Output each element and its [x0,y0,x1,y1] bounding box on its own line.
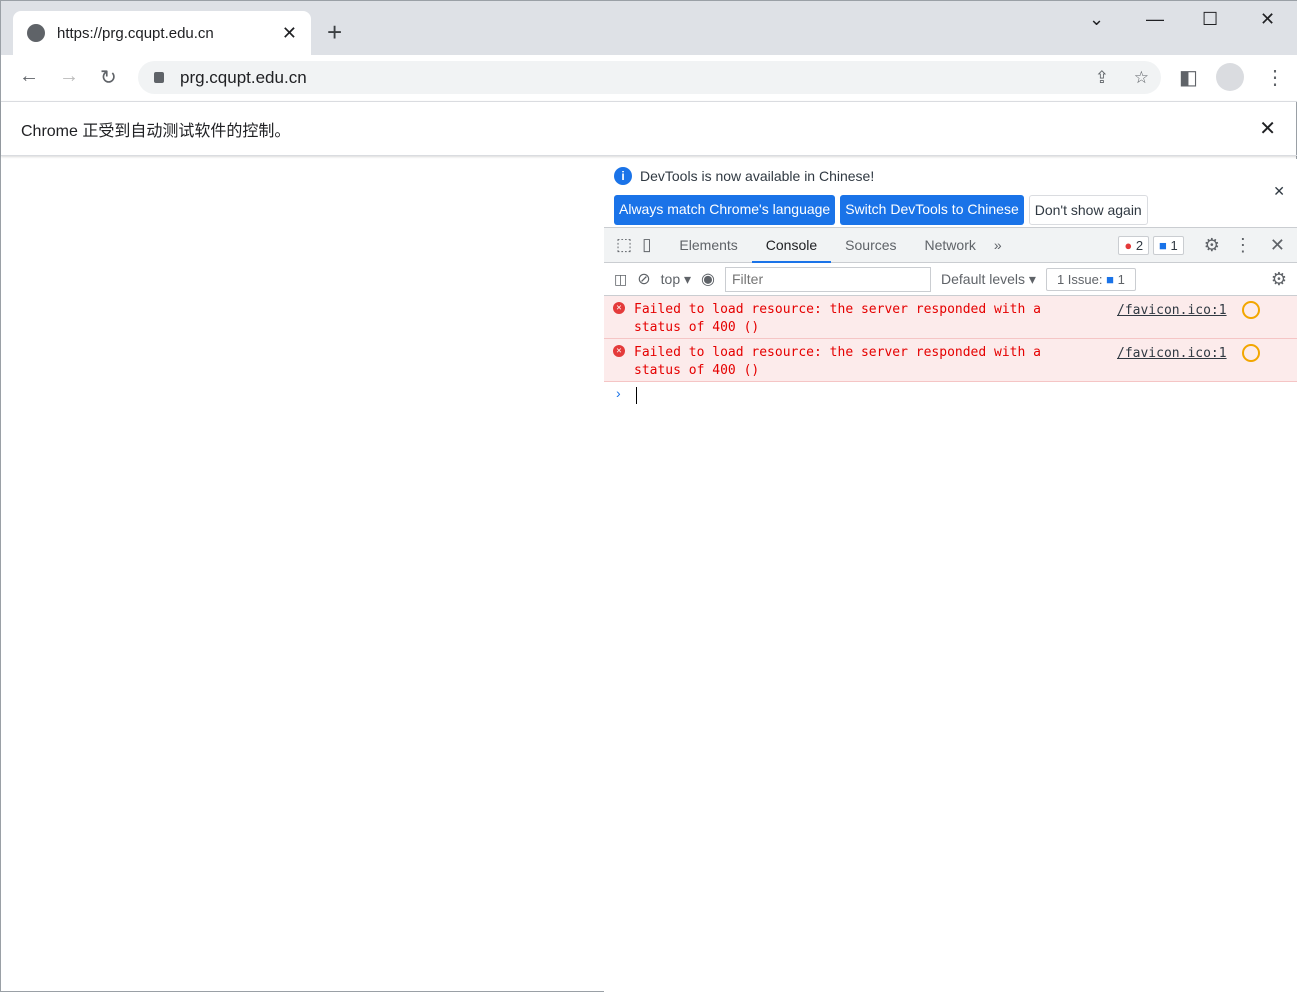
switch-chinese-button[interactable]: Switch DevTools to Chinese [840,195,1024,225]
message-text: Failed to load resource: the server resp… [634,302,1041,335]
devtools-panel: i DevTools is now available in Chinese! A… [604,159,1297,992]
console-message: ✕ Failed to load resource: the server re… [604,339,1297,382]
issues-button[interactable]: 1 Issue: ■ 1 [1045,267,1136,291]
text-caret [636,387,637,404]
console-settings-icon[interactable]: ⚙ [1271,269,1287,290]
close-infobar-icon[interactable]: ✕ [1259,116,1276,141]
new-tab-button[interactable]: + [327,17,342,48]
message-icon: ■ [1159,237,1167,253]
issues-label: 1 Issue: [1056,271,1103,287]
messages-count: 1 [1170,237,1178,253]
tab-console[interactable]: Console [751,228,832,263]
close-banner-icon[interactable]: ✕ [1273,183,1285,200]
tab-network[interactable]: Network [911,228,990,263]
sidebar-toggle-icon[interactable]: ◫ [614,271,627,288]
automation-infobar: Chrome 正受到自动测试软件的控制。 ✕ [1,101,1297,156]
match-language-button[interactable]: Always match Chrome's language [614,195,836,225]
device-toggle-icon[interactable]: ▯ [642,235,651,255]
error-icon: ✕ [613,345,625,357]
message-text: Failed to load resource: the server resp… [634,345,1041,378]
close-tab-icon[interactable]: ✕ [282,23,297,44]
dont-show-button[interactable]: Don't show again [1028,195,1148,225]
tab-sources[interactable]: Sources [831,228,910,263]
settings-icon[interactable]: ⚙ [1204,235,1220,256]
prompt-chevron-icon: › [616,385,621,401]
console-prompt[interactable]: › [604,382,1297,408]
console-toolbar: ◫ ⊘ top ▾ ◉ Default levels ▾ 1 Issue: ■ … [604,263,1297,296]
tab-elements[interactable]: Elements [665,228,751,263]
errors-count: 2 [1135,237,1144,253]
issues-count: 1 [1117,271,1125,287]
inspect-icon[interactable]: ⬚ [616,235,632,255]
info-icon: i [614,167,632,185]
side-panel-icon[interactable]: ◧ [1179,65,1198,90]
tab-title: https://prg.cqupt.edu.cn [57,24,214,42]
message-source-link[interactable]: /favicon.ico:1 [1117,303,1227,318]
tab-search-icon[interactable]: ⌄ [1089,9,1104,30]
address-bar[interactable]: prg.cqupt.edu.cn ⇪ ☆ [138,61,1161,94]
minimize-button[interactable]: — [1146,9,1164,30]
close-window-button[interactable]: ✕ [1260,9,1275,30]
lock-icon[interactable] [154,72,164,83]
url-text: prg.cqupt.edu.cn [180,67,307,87]
forward-icon[interactable]: → [59,65,79,88]
message-source-link[interactable]: /favicon.ico:1 [1117,346,1227,361]
profile-avatar[interactable] [1216,63,1244,91]
maximize-button[interactable]: ☐ [1202,9,1218,30]
more-options-icon[interactable]: ⋮ [1234,235,1252,256]
more-tabs-icon[interactable]: » [994,237,1002,253]
error-icon: ✕ [613,302,625,314]
share-icon[interactable]: ⇪ [1095,68,1109,88]
context-value: top [660,270,681,287]
infobar-text: Chrome 正受到自动测试软件的控制。 [21,122,291,140]
filter-input[interactable] [725,266,931,292]
network-request-icon[interactable] [1242,344,1260,362]
star-icon[interactable]: ☆ [1134,68,1149,88]
levels-select[interactable]: Default levels ▾ [941,271,1036,288]
browser-tab[interactable]: https://prg.cqupt.edu.cn ✕ [13,11,311,55]
globe-icon [27,24,45,42]
lang-message: DevTools is now available in Chinese! [640,168,875,184]
back-icon[interactable]: ← [19,65,39,88]
messages-badge[interactable]: ■ 1 [1153,235,1184,255]
eye-icon[interactable]: ◉ [701,269,715,289]
error-icon: ● [1124,237,1133,253]
context-select[interactable]: top ▾ [661,271,691,288]
devtools-tabs: ⬚ ▯ Elements Console Sources Network » ●… [604,227,1297,263]
console-message: ✕ Failed to load resource: the server re… [604,296,1297,339]
network-request-icon[interactable] [1242,301,1260,319]
menu-icon[interactable]: ⋮ [1265,65,1285,90]
levels-value: Default levels [941,270,1026,287]
clear-console-icon[interactable]: ⊘ [637,269,650,289]
language-banner: i DevTools is now available in Chinese! A… [604,159,1297,227]
reload-icon[interactable]: ↻ [100,65,117,90]
errors-badge[interactable]: ● 2 [1118,235,1150,255]
close-devtools-icon[interactable]: ✕ [1270,235,1285,256]
